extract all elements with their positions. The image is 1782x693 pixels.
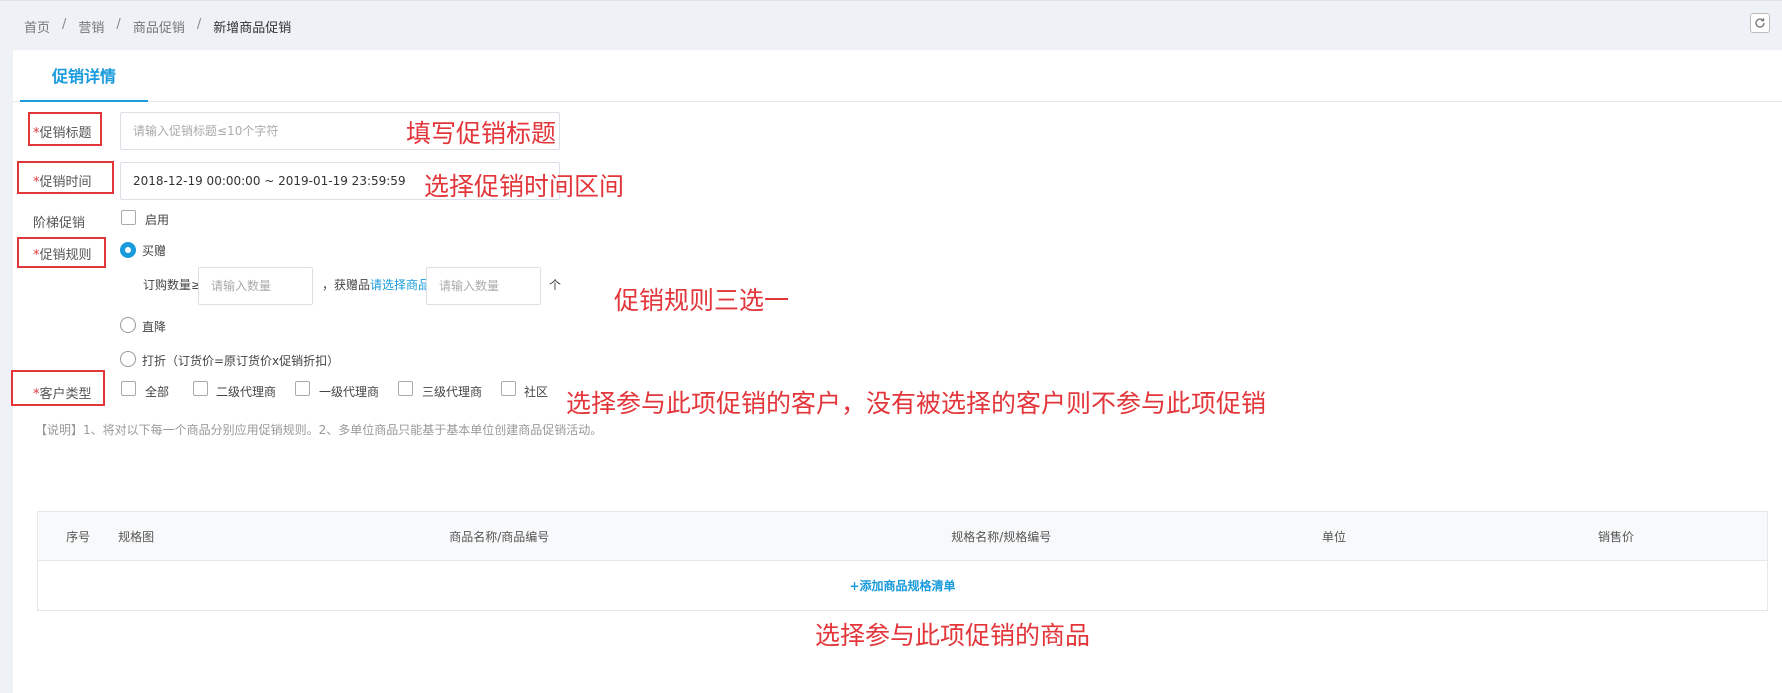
breadcrumb-home[interactable]: 首页 (24, 17, 50, 36)
instruction-note: 【说明】1、将对以下每一个商品分别应用促销规则。2、多单位商品只能基于基本单位创… (35, 423, 603, 437)
add-goods-spec-button[interactable]: +添加商品规格清单 (849, 579, 955, 593)
customer-level3-checkbox[interactable] (398, 381, 413, 396)
select-goods-link[interactable]: 请选择商品 (370, 278, 430, 292)
customer-level1-label: 一级代理商 (319, 385, 380, 399)
breadcrumb-separator: / (196, 17, 202, 32)
rule-direct-discount-radio[interactable] (120, 317, 136, 333)
customer-level3-label: 三级代理商 (422, 385, 483, 399)
tier-enable-label: 启用 (145, 213, 170, 227)
breadcrumb: 首页 / 营销 / 商品促销 / 新增商品促销 (24, 17, 291, 36)
order-qty-label: 订购数量≥ (143, 278, 202, 292)
column-header: 销售价 (1465, 511, 1768, 561)
customer-label: *客户类型 (33, 387, 92, 402)
unit-label: 个 (549, 278, 562, 292)
breadcrumb-separator: / (62, 17, 67, 32)
column-header: 序号 (37, 511, 119, 561)
customer-level2-checkbox[interactable] (193, 381, 208, 396)
annotation-customer: 选择参与此项促销的客户，没有被选择的客户则不参与此项促销 (566, 389, 1267, 418)
annotation-rule: 促销规则三选一 (614, 286, 790, 315)
rule-percent-discount-label: 打折（订货价=原订货价x促销折扣） (142, 354, 340, 368)
customer-level1-checkbox[interactable] (295, 381, 310, 396)
tab-promotion-details[interactable]: 促销详情 (20, 50, 149, 102)
rule-direct-discount-label: 直降 (142, 320, 167, 334)
annotation-time: 选择促销时间区间 (424, 172, 625, 201)
breadcrumb-product-promotion[interactable]: 商品促销 (133, 17, 185, 36)
column-header: 商品名称/商品编号 (198, 511, 800, 561)
gift-qty-input[interactable] (426, 267, 541, 305)
breadcrumb-marketing[interactable]: 营销 (78, 17, 104, 36)
tier-enable-checkbox[interactable] (121, 210, 136, 225)
column-header: 规格名称/规格编号 (799, 511, 1203, 561)
time-label: *促销时间 (33, 175, 92, 190)
rule-percent-discount-radio[interactable] (120, 351, 136, 367)
annotation-goods: 选择参与此项促销的商品 (815, 621, 1091, 650)
rule-buy-gift-radio[interactable] (120, 242, 136, 258)
customer-community-checkbox[interactable] (501, 381, 516, 396)
table-row: +添加商品规格清单 (37, 560, 1768, 611)
add-row-cell: +添加商品规格清单 (37, 560, 1768, 611)
time-range-value: 2018-12-19 00:00:00 ~ 2019-01-19 23:59:5… (133, 174, 406, 188)
tab-bar: 促销详情 (13, 50, 1782, 102)
top-bar: 首页 / 营销 / 商品促销 / 新增商品促销 (0, 0, 1782, 50)
breadcrumb-current: 新增商品促销 (213, 21, 292, 36)
rule-buy-gift-label: 买赠 (142, 244, 167, 258)
breadcrumb-separator: / (116, 17, 121, 32)
goods-table: 序号 规格图 商品名称/商品编号 规格名称/规格编号 单位 销售价 +添加商品规… (37, 511, 1768, 611)
title-label: *促销标题 (33, 126, 92, 141)
tier-label: 阶梯促销 (33, 216, 86, 231)
customer-all-checkbox[interactable] (121, 381, 136, 396)
annotation-title: 填写促销标题 (406, 119, 557, 148)
rule-label: *促销规则 (33, 248, 92, 263)
customer-all-label: 全部 (145, 385, 170, 399)
column-header: 单位 (1202, 511, 1465, 561)
table-header-row: 序号 规格图 商品名称/商品编号 规格名称/规格编号 单位 销售价 (37, 511, 1768, 561)
refresh-icon[interactable] (1750, 13, 1770, 33)
order-qty-input[interactable] (198, 267, 313, 305)
column-header: 规格图 (118, 511, 199, 561)
customer-level2-label: 二级代理商 (216, 385, 277, 399)
customer-community-label: 社区 (524, 385, 549, 399)
gift-label: ，获赠品请选择商品 (322, 278, 431, 292)
